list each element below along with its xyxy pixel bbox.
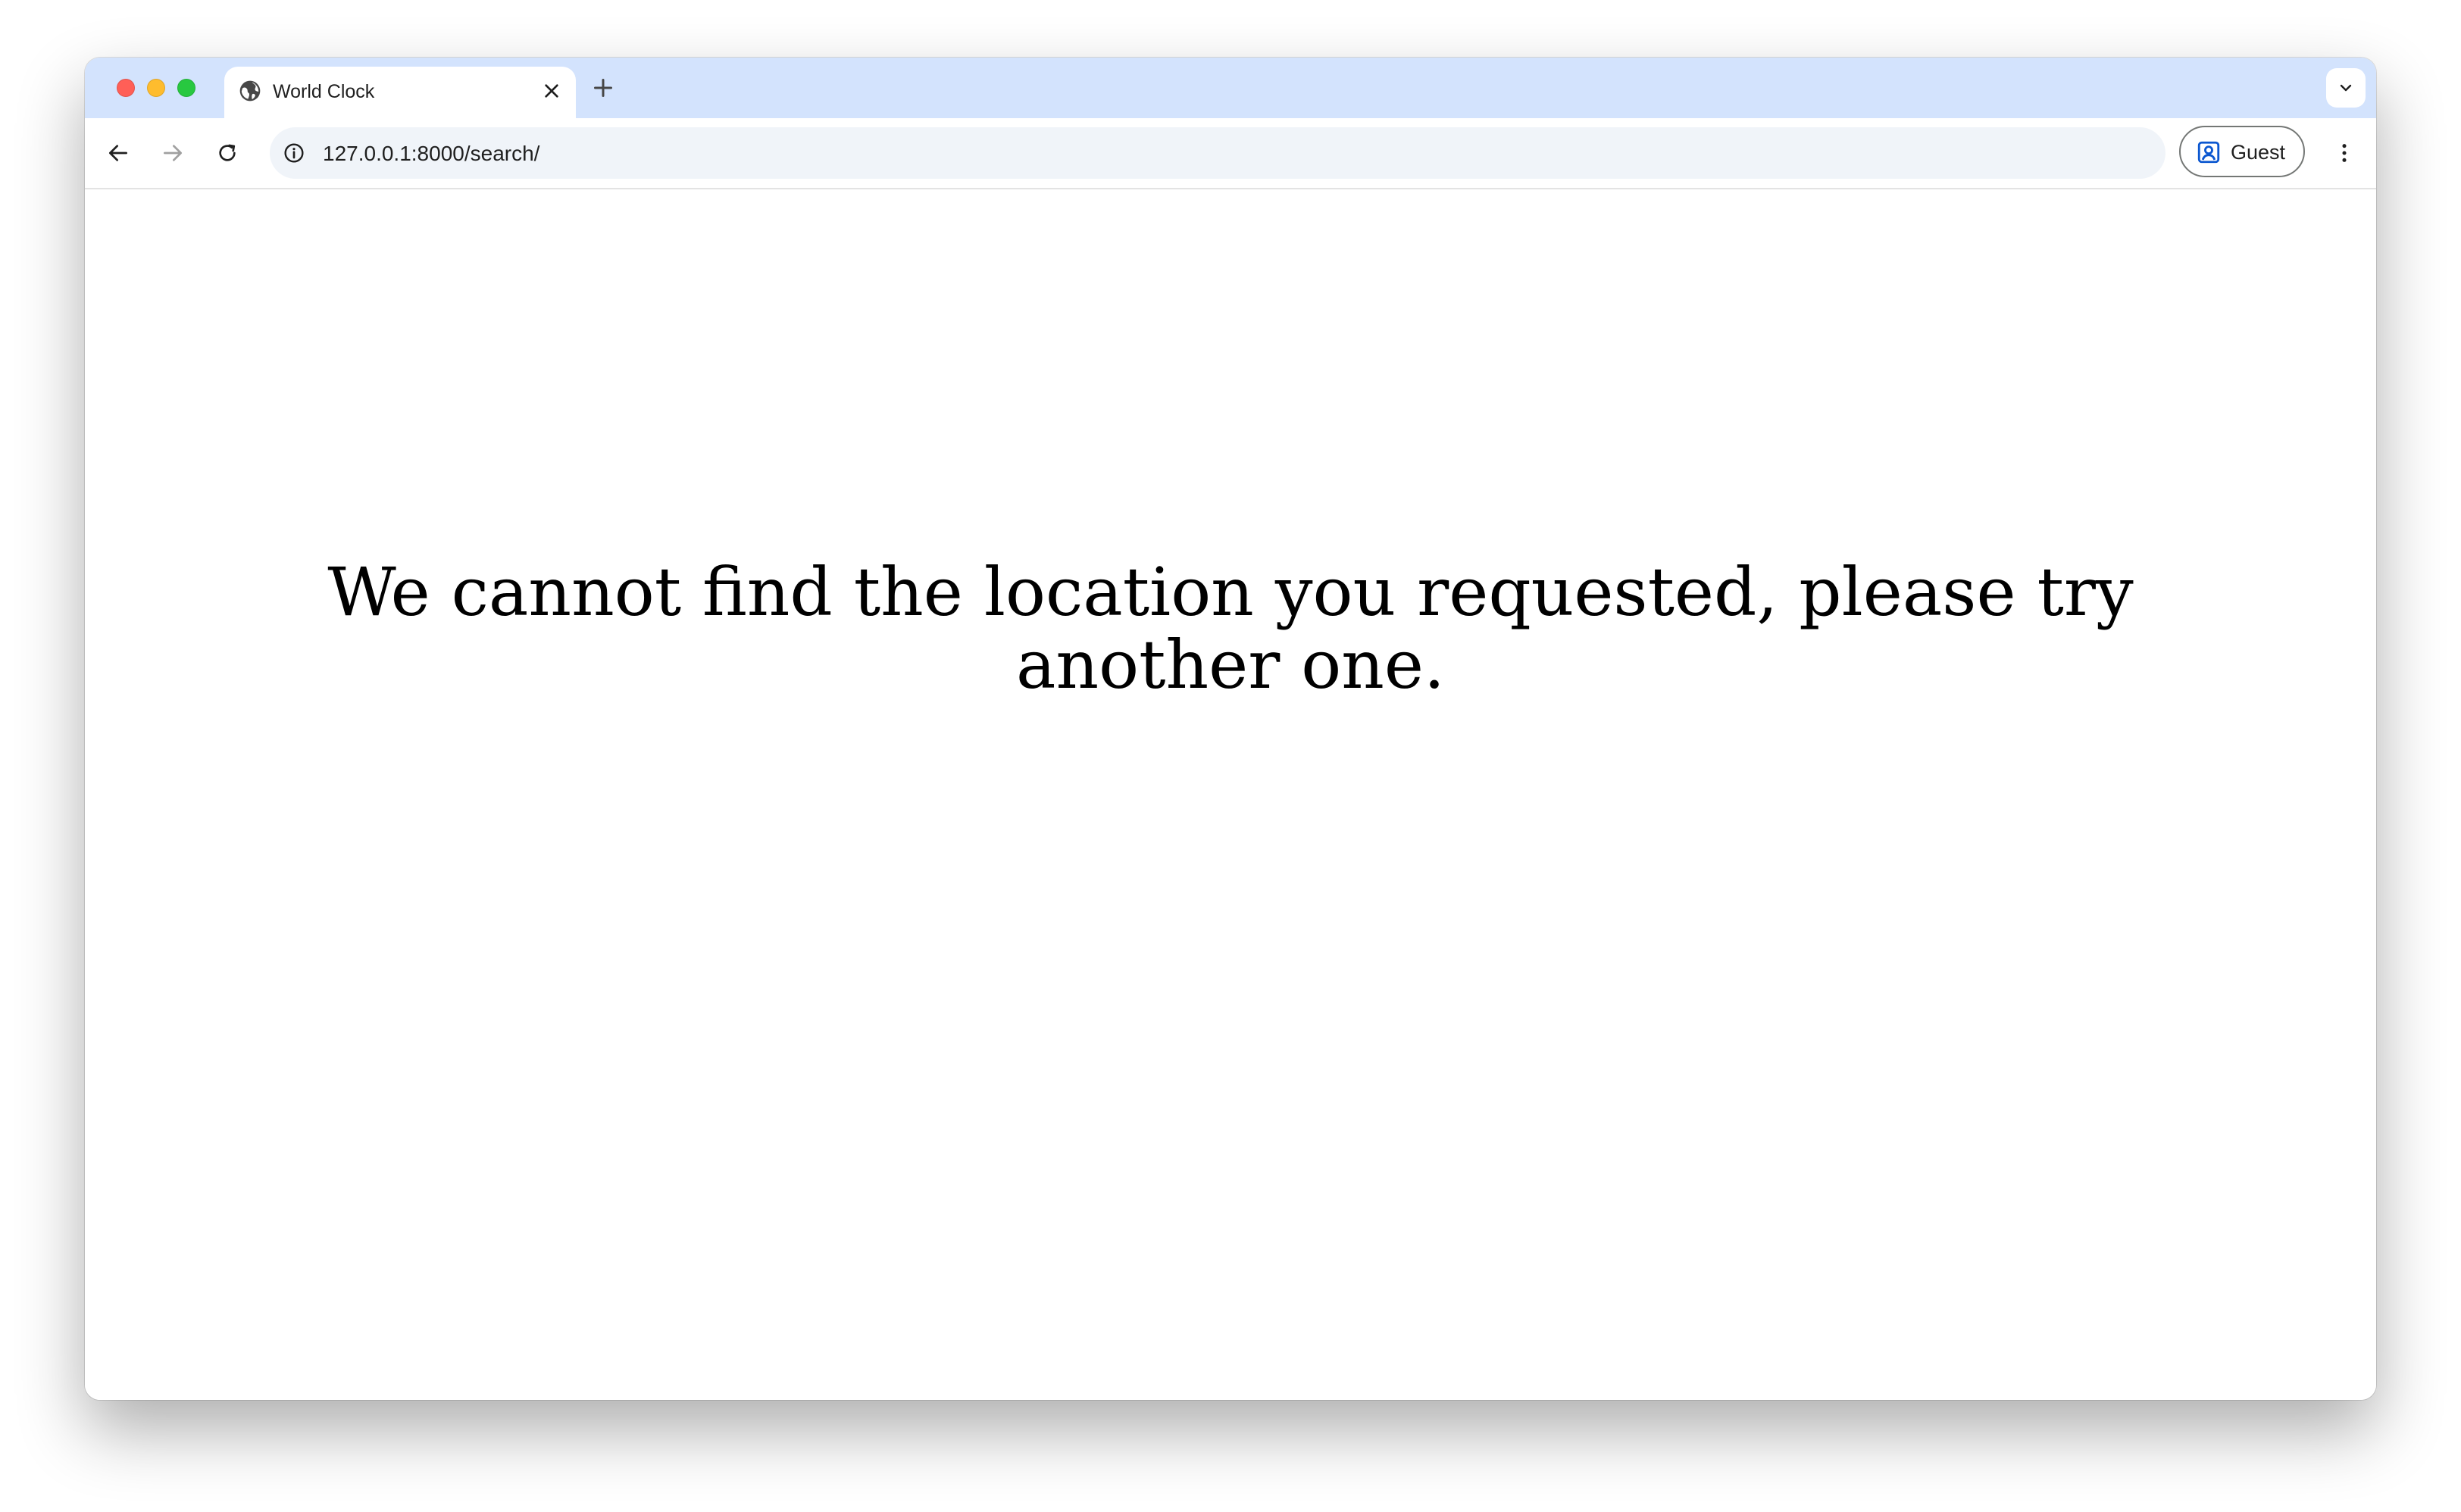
forward-button[interactable] bbox=[155, 135, 191, 171]
not-found-message: We cannot find the location you requeste… bbox=[327, 553, 2134, 704]
close-icon[interactable] bbox=[539, 79, 564, 103]
reload-icon bbox=[219, 144, 236, 161]
tab-title: World Clock bbox=[273, 81, 375, 102]
window-minimize-button[interactable] bbox=[147, 79, 165, 97]
globe-icon bbox=[239, 80, 261, 102]
browser-window: World Clock 127.0.0.1:8000/search/ Guest… bbox=[85, 58, 2376, 1400]
tab-search-button[interactable] bbox=[2326, 68, 2366, 108]
person-badge-icon bbox=[2197, 141, 2220, 164]
more-vertical-icon bbox=[2342, 144, 2347, 162]
browser-menu-button[interactable] bbox=[2326, 135, 2362, 171]
info-icon[interactable] bbox=[282, 141, 306, 165]
window-zoom-button[interactable] bbox=[177, 79, 195, 97]
tab-world-clock[interactable]: World Clock bbox=[224, 67, 576, 118]
profile-label: Guest bbox=[2231, 141, 2286, 164]
reload-button[interactable] bbox=[209, 135, 245, 171]
address-bar[interactable]: 127.0.0.1:8000/search/ bbox=[270, 127, 2165, 179]
tab-strip: World Clock bbox=[85, 58, 2376, 118]
chevron-down-icon bbox=[2340, 84, 2352, 92]
back-button[interactable] bbox=[100, 135, 136, 171]
browser-toolbar: 127.0.0.1:8000/search/ Guest bbox=[85, 118, 2376, 189]
window-close-button[interactable] bbox=[117, 79, 135, 97]
profile-button[interactable]: Guest bbox=[2179, 126, 2305, 177]
address-url[interactable]: 127.0.0.1:8000/search/ bbox=[323, 142, 539, 166]
plus-icon[interactable] bbox=[589, 74, 617, 102]
page-content: We cannot find the location you requeste… bbox=[85, 189, 2376, 1400]
arrow-right-icon bbox=[164, 145, 182, 161]
arrow-left-icon bbox=[109, 145, 127, 161]
